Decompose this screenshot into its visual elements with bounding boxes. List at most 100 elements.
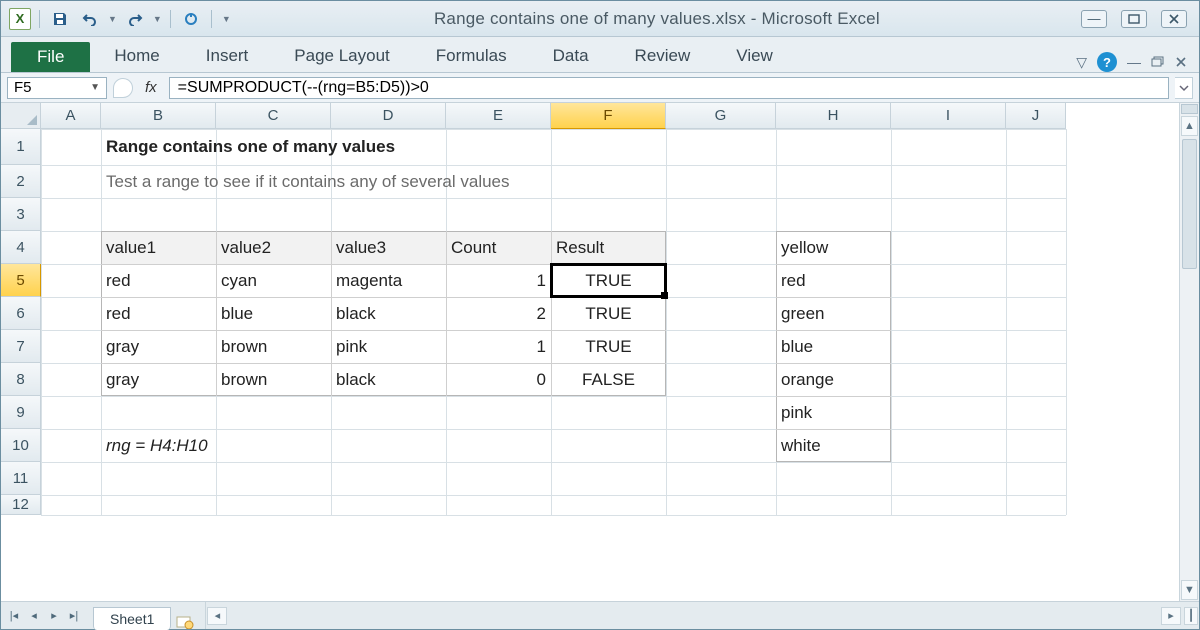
sheet-prev-button[interactable]: ◂	[25, 607, 43, 625]
row-header-1[interactable]: 1	[1, 129, 41, 165]
row-header-11[interactable]: 11	[1, 462, 41, 495]
cell-H4[interactable]: yellow	[776, 231, 891, 264]
cell-H8[interactable]: orange	[776, 363, 891, 396]
tab-insert[interactable]: Insert	[184, 40, 271, 72]
hscroll-split[interactable]: ┃	[1184, 607, 1198, 625]
cell-H5[interactable]: red	[776, 264, 891, 297]
cell-B7[interactable]: gray	[101, 330, 216, 363]
column-header-H[interactable]: H	[776, 103, 891, 129]
cell-F4[interactable]: Result	[551, 231, 666, 264]
name-box-dropdown-icon[interactable]: ▼	[90, 82, 100, 93]
close-button[interactable]	[1161, 10, 1187, 28]
undo-dropdown-icon[interactable]: ▼	[108, 14, 117, 24]
vscroll-thumb[interactable]	[1182, 139, 1197, 269]
cell-H10[interactable]: white	[776, 429, 891, 462]
fill-handle[interactable]	[661, 292, 668, 299]
column-header-J[interactable]: J	[1006, 103, 1066, 129]
tab-file[interactable]: File	[11, 42, 90, 72]
cell-C7[interactable]: brown	[216, 330, 331, 363]
undo-button[interactable]	[78, 8, 102, 30]
row-header-10[interactable]: 10	[1, 429, 41, 462]
scroll-left-button[interactable]: ◂	[207, 607, 227, 625]
horizontal-scrollbar[interactable]: ◂ ▸ ┃	[205, 602, 1199, 629]
cell-C4[interactable]: value2	[216, 231, 331, 264]
sheet-first-button[interactable]: |◂	[5, 607, 23, 625]
column-header-C[interactable]: C	[216, 103, 331, 129]
cell-B2[interactable]: Test a range to see if it contains any o…	[101, 165, 891, 198]
grid[interactable]: ABCDEFGHIJ 123456789101112 Range contain…	[1, 103, 1179, 601]
formula-expand-button[interactable]	[1175, 77, 1193, 99]
workbook-minimize-icon[interactable]: ―	[1127, 54, 1141, 70]
touch-mode-button[interactable]	[179, 8, 203, 30]
row-header-7[interactable]: 7	[1, 330, 41, 363]
column-header-B[interactable]: B	[101, 103, 216, 129]
cell-D7[interactable]: pink	[331, 330, 446, 363]
cell-H7[interactable]: blue	[776, 330, 891, 363]
minimize-button[interactable]: ―	[1081, 10, 1107, 28]
excel-app-icon[interactable]: X	[9, 8, 31, 30]
column-header-A[interactable]: A	[41, 103, 101, 129]
column-header-D[interactable]: D	[331, 103, 446, 129]
hscroll-track[interactable]	[228, 607, 1160, 625]
row-header-6[interactable]: 6	[1, 297, 41, 330]
cell-F7[interactable]: TRUE	[551, 330, 666, 363]
row-header-12[interactable]: 12	[1, 495, 41, 515]
cell-B8[interactable]: gray	[101, 363, 216, 396]
cell-D6[interactable]: black	[331, 297, 446, 330]
redo-dropdown-icon[interactable]: ▼	[153, 14, 162, 24]
cell-B1[interactable]: Range contains one of many values	[101, 129, 776, 165]
cell-H9[interactable]: pink	[776, 396, 891, 429]
row-header-8[interactable]: 8	[1, 363, 41, 396]
formula-input[interactable]: =SUMPRODUCT(--(rng=B5:D5))>0	[169, 77, 1169, 99]
insert-function-button[interactable]: fx	[139, 79, 163, 96]
tab-review[interactable]: Review	[613, 40, 713, 72]
qat-customize-dropdown[interactable]: ▼	[220, 14, 233, 24]
cell-E7[interactable]: 1	[446, 330, 551, 363]
column-header-I[interactable]: I	[891, 103, 1006, 129]
workbook-restore-icon[interactable]	[1151, 56, 1165, 68]
row-header-4[interactable]: 4	[1, 231, 41, 264]
cell-D5[interactable]: magenta	[331, 264, 446, 297]
cell-E6[interactable]: 2	[446, 297, 551, 330]
tab-view[interactable]: View	[714, 40, 795, 72]
cell-D8[interactable]: black	[331, 363, 446, 396]
cell-E8[interactable]: 0	[446, 363, 551, 396]
scroll-down-button[interactable]: ▼	[1181, 580, 1198, 600]
new-sheet-button[interactable]	[171, 615, 199, 629]
cell-C6[interactable]: blue	[216, 297, 331, 330]
name-box[interactable]: F5 ▼	[7, 77, 107, 99]
help-button[interactable]: ?	[1097, 52, 1117, 72]
split-box-top[interactable]	[1181, 104, 1198, 114]
row-header-5[interactable]: 5	[1, 264, 41, 297]
row-header-2[interactable]: 2	[1, 165, 41, 198]
cell-B5[interactable]: red	[101, 264, 216, 297]
scroll-up-button[interactable]: ▲	[1181, 116, 1198, 136]
sheet-last-button[interactable]: ▸|	[65, 607, 83, 625]
cell-F6[interactable]: TRUE	[551, 297, 666, 330]
cell-E4[interactable]: Count	[446, 231, 551, 264]
vscroll-track[interactable]	[1180, 137, 1199, 579]
ribbon-collapse-icon[interactable]: ▽	[1076, 54, 1087, 71]
tab-home[interactable]: Home	[92, 40, 181, 72]
cell-C5[interactable]: cyan	[216, 264, 331, 297]
cell-B4[interactable]: value1	[101, 231, 216, 264]
sheet-tab-sheet1[interactable]: Sheet1	[93, 607, 171, 630]
vertical-scrollbar[interactable]: ▲ ▼	[1179, 103, 1199, 601]
tab-formulas[interactable]: Formulas	[414, 40, 529, 72]
workbook-close-icon[interactable]	[1175, 56, 1187, 68]
save-button[interactable]	[48, 8, 72, 30]
cell-E5[interactable]: 1	[446, 264, 551, 297]
column-header-E[interactable]: E	[446, 103, 551, 129]
tab-data[interactable]: Data	[531, 40, 611, 72]
cell-H6[interactable]: green	[776, 297, 891, 330]
sheet-next-button[interactable]: ▸	[45, 607, 63, 625]
row-header-9[interactable]: 9	[1, 396, 41, 429]
column-header-G[interactable]: G	[666, 103, 776, 129]
cell-B10[interactable]: rng = H4:H10	[101, 429, 446, 462]
column-header-F[interactable]: F	[551, 103, 666, 129]
maximize-button[interactable]	[1121, 10, 1147, 28]
row-header-3[interactable]: 3	[1, 198, 41, 231]
select-all-corner[interactable]	[1, 103, 41, 129]
cell-C8[interactable]: brown	[216, 363, 331, 396]
cell-F8[interactable]: FALSE	[551, 363, 666, 396]
